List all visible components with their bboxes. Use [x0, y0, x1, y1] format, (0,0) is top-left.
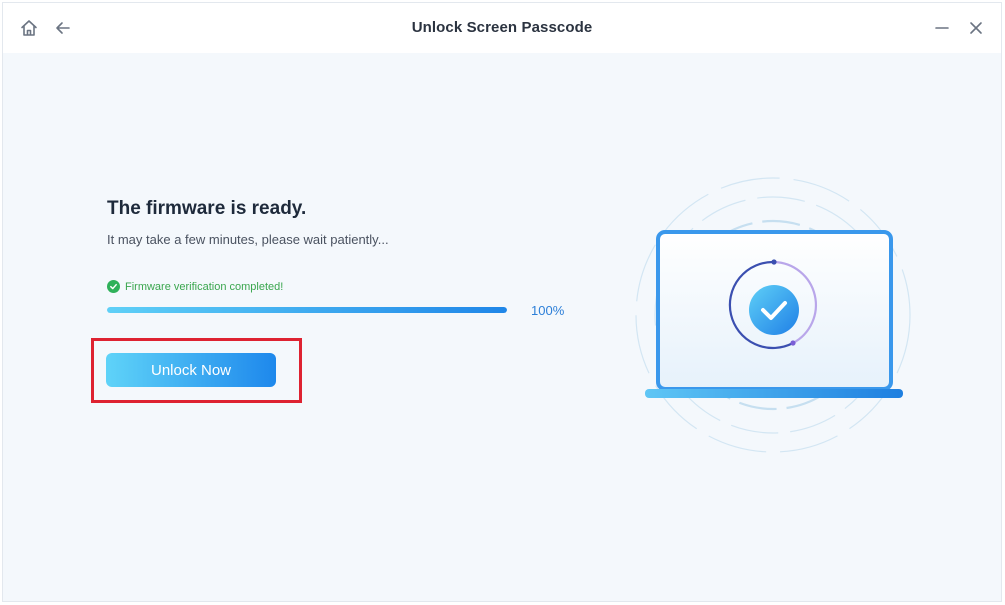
progress-bar-fill [107, 307, 507, 313]
titlebar: Unlock Screen Passcode [3, 3, 1001, 53]
verification-status: Firmware verification completed! [107, 280, 283, 293]
laptop-illustration [628, 173, 918, 463]
page-subtext: It may take a few minutes, please wait p… [107, 232, 389, 247]
page-heading: The firmware is ready. [107, 198, 307, 219]
check-circle-icon [107, 280, 120, 293]
close-icon[interactable] [964, 16, 988, 40]
app-window: Unlock Screen Passcode The firmware is r… [2, 2, 1002, 602]
verification-status-text: Firmware verification completed! [125, 280, 284, 293]
progress-percent: 100% [531, 303, 565, 318]
unlock-now-button[interactable]: Unlock Now [106, 353, 276, 387]
window-title: Unlock Screen Passcode [411, 19, 593, 36]
minimize-icon[interactable] [930, 16, 954, 40]
progress-bar [107, 307, 507, 313]
